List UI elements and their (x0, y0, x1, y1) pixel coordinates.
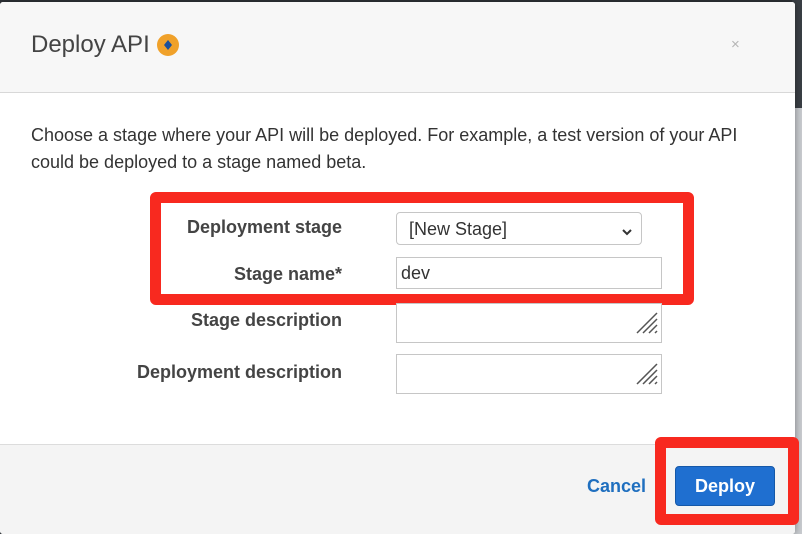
deployment-description-textarea[interactable] (396, 354, 662, 394)
info-badge-icon[interactable] (157, 34, 179, 56)
stage-description-label: Stage description (190, 310, 342, 330)
deployment-description-label: Deployment description (136, 362, 342, 382)
close-icon[interactable]: × (731, 36, 740, 53)
resize-grip-icon[interactable] (633, 309, 659, 340)
highlight-box-deploy (655, 437, 799, 525)
dialog-header: Deploy API × (0, 2, 795, 93)
resize-grip-icon[interactable] (633, 360, 659, 391)
stage-description-textarea[interactable] (396, 303, 662, 343)
cancel-button[interactable]: Cancel (587, 476, 646, 497)
dialog-title: Deploy API (31, 31, 150, 58)
intro-text: Choose a stage where your API will be de… (31, 125, 738, 172)
highlight-box-stage (150, 192, 694, 305)
